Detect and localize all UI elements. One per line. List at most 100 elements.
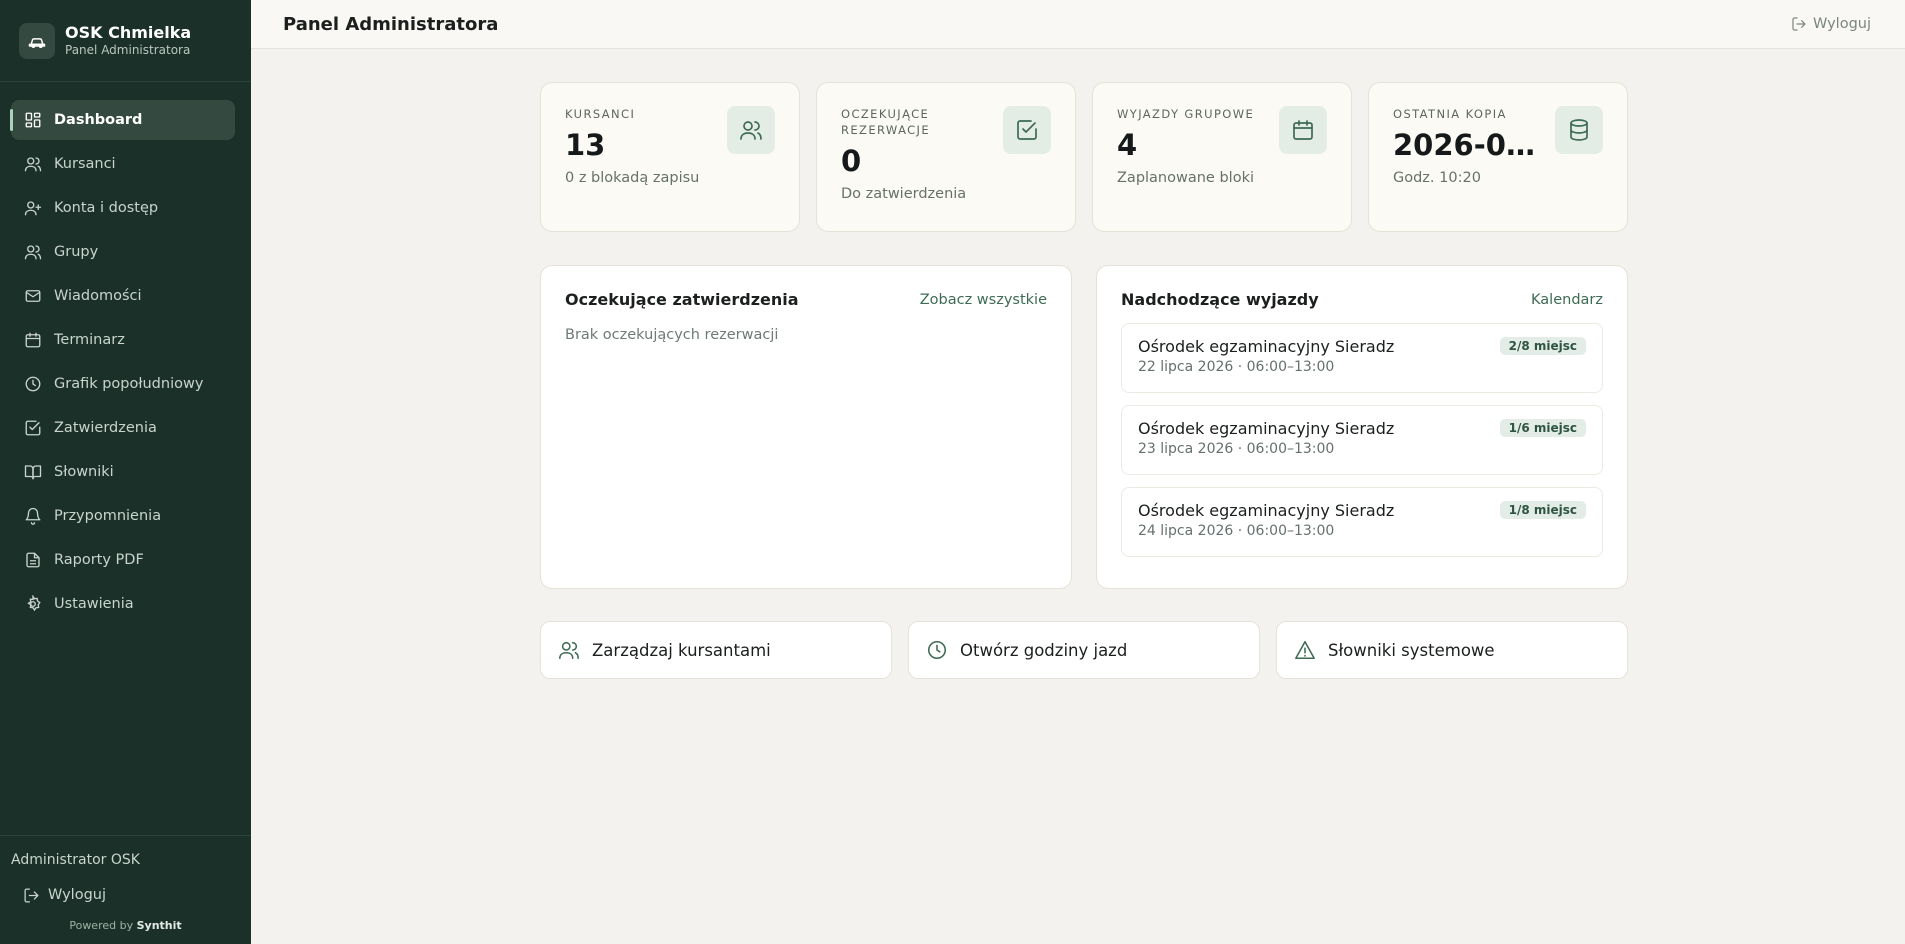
- user-plus-icon: [23, 199, 42, 218]
- trip-date: 24 lipca 2026 · 06:00–13:00: [1138, 523, 1335, 539]
- trip-item[interactable]: Ośrodek egzaminacyjny Sieradz 22 lipca 2…: [1121, 323, 1603, 393]
- stat-sub: 0 z blokadą zapisu: [565, 170, 700, 186]
- main-area: Panel Administratora Wyloguj Kursanci 13…: [251, 0, 1905, 944]
- car-icon: [19, 22, 55, 59]
- sidebar-item-grafik[interactable]: Grafik popołudniowy: [11, 364, 235, 404]
- sidebar-item-przypomnienia[interactable]: Przypomnienia: [11, 496, 235, 536]
- action-label: Słowniki systemowe: [1328, 640, 1495, 660]
- sidebar-item-label: Zatwierdzenia: [54, 420, 157, 436]
- calendar-link[interactable]: Kalendarz: [1531, 292, 1603, 308]
- panel-title: Oczekujące zatwierdzenia: [565, 290, 799, 309]
- sidebar-item-label: Grupy: [54, 244, 99, 260]
- sidebar-item-zatwierdzenia[interactable]: Zatwierdzenia: [11, 408, 235, 448]
- stat-label: Kursanci: [565, 107, 636, 121]
- powered-by: Powered by Synthit: [11, 919, 240, 932]
- sidebar-item-label: Wiadomości: [54, 288, 142, 304]
- stat-value: 13: [565, 128, 606, 162]
- warning-icon: [1294, 639, 1316, 661]
- sidebar-item-label: Raporty PDF: [54, 552, 144, 568]
- users-icon: [23, 155, 42, 174]
- sidebar-item-label: Grafik popołudniowy: [54, 376, 204, 392]
- seats-badge: 2/8 miejsc: [1499, 337, 1586, 355]
- trip-item[interactable]: Ośrodek egzaminacyjny Sieradz 23 lipca 2…: [1121, 405, 1603, 475]
- dashboard-icon: [23, 111, 42, 130]
- mail-icon: [23, 287, 42, 306]
- users-icon: [558, 639, 580, 661]
- topbar: Panel Administratora Wyloguj: [251, 0, 1905, 49]
- upcoming-trips-panel: Nadchodzące wyjazdy Kalendarz Ośrodek eg…: [1096, 265, 1628, 589]
- bell-icon: [23, 507, 42, 526]
- trip-date: 22 lipca 2026 · 06:00–13:00: [1138, 359, 1335, 375]
- sidebar-item-kursanci[interactable]: Kursanci: [11, 144, 235, 184]
- check-square-icon: [23, 419, 42, 438]
- sidebar-item-ustawienia[interactable]: Ustawienia: [11, 584, 235, 624]
- page-title: Panel Administratora: [283, 13, 499, 35]
- gear-icon: [23, 595, 42, 614]
- sidebar-item-label: Dashboard: [54, 112, 143, 128]
- dashboard-content: Kursanci 13 0 z blokadą zapisu Oczekując…: [540, 82, 1628, 679]
- trip-item[interactable]: Ośrodek egzaminacyjny Sieradz 24 lipca 2…: [1121, 487, 1603, 557]
- action-label: Zarządzaj kursantami: [592, 640, 771, 660]
- sidebar-item-terminarz[interactable]: Terminarz: [11, 320, 235, 360]
- sidebar-nav: Dashboard Kursanci Konta i dostęp Grupy …: [0, 82, 251, 835]
- sidebar-item-label: Słowniki: [54, 464, 114, 480]
- stat-card-rezerwacje: Oczekujące rezerwacje 0 Do zatwierdzenia: [816, 82, 1076, 232]
- logout-icon: [23, 887, 40, 904]
- sidebar-item-wiadomosci[interactable]: Wiadomości: [11, 276, 235, 316]
- sidebar-item-raporty[interactable]: Raporty PDF: [11, 540, 235, 580]
- stat-sub: Do zatwierdzenia: [841, 186, 967, 202]
- stat-label: Oczekujące rezerwacje: [841, 107, 931, 137]
- seats-badge: 1/6 miejsc: [1499, 419, 1586, 437]
- current-user: Administrator OSK: [11, 852, 140, 868]
- topbar-logout-button[interactable]: Wyloguj: [1791, 16, 1871, 32]
- panel-title: Nadchodzące wyjazdy: [1121, 290, 1319, 309]
- trip-date: 23 lipca 2026 · 06:00–13:00: [1138, 441, 1335, 457]
- database-icon: [1555, 106, 1603, 154]
- stat-card-wyjazdy: Wyjazdy grupowe 4 Zaplanowane bloki: [1092, 82, 1352, 232]
- open-driving-hours-button[interactable]: Otwórz godziny jazd: [908, 621, 1260, 679]
- topbar-logout-label: Wyloguj: [1813, 16, 1871, 32]
- stat-value: 4: [1117, 128, 1138, 162]
- logout-icon: [1791, 16, 1807, 32]
- sidebar-item-konta[interactable]: Konta i dostęp: [11, 188, 235, 228]
- stat-card-kursanci: Kursanci 13 0 z blokadą zapisu: [540, 82, 800, 232]
- seats-badge: 1/8 miejsc: [1499, 501, 1586, 519]
- manage-students-button[interactable]: Zarządzaj kursantami: [540, 621, 892, 679]
- brand[interactable]: OSK Chmielka Panel Administratora: [0, 0, 251, 82]
- stat-value: 2026-07-...: [1393, 128, 1543, 162]
- stat-label: Ostatnia kopia: [1393, 107, 1507, 121]
- empty-message: Brak oczekujących rezerwacji: [565, 327, 779, 343]
- calendar-icon: [1279, 106, 1327, 154]
- sidebar-item-label: Konta i dostęp: [54, 200, 159, 216]
- sidebar: OSK Chmielka Panel Administratora Dashbo…: [0, 0, 251, 944]
- sidebar-item-slowniki[interactable]: Słowniki: [11, 452, 235, 492]
- sidebar-item-label: Terminarz: [54, 332, 125, 348]
- check-square-icon: [1003, 106, 1051, 154]
- action-label: Otwórz godziny jazd: [960, 640, 1128, 660]
- brand-subtitle: Panel Administratora: [65, 43, 191, 57]
- stat-card-kopia: Ostatnia kopia 2026-07-... Godz. 10:20: [1368, 82, 1628, 232]
- calendar-icon: [23, 331, 42, 350]
- sidebar-item-grupy[interactable]: Grupy: [11, 232, 235, 272]
- see-all-link[interactable]: Zobacz wszystkie: [920, 292, 1047, 308]
- powered-brand: Synthit: [136, 919, 182, 932]
- sidebar-footer: Administrator OSK Wyloguj Powered by Syn…: [0, 835, 251, 944]
- group-icon: [23, 243, 42, 262]
- sidebar-item-dashboard[interactable]: Dashboard: [10, 100, 235, 140]
- brand-name: OSK Chmielka: [65, 23, 192, 42]
- panels-row: Oczekujące zatwierdzenia Zobacz wszystki…: [540, 265, 1628, 589]
- sidebar-item-label: Przypomnienia: [54, 508, 162, 524]
- pending-approvals-panel: Oczekujące zatwierdzenia Zobacz wszystki…: [540, 265, 1072, 589]
- sidebar-item-label: Ustawienia: [54, 596, 134, 612]
- stats-row: Kursanci 13 0 z blokadą zapisu Oczekując…: [540, 82, 1628, 232]
- system-dictionaries-button[interactable]: Słowniki systemowe: [1276, 621, 1628, 679]
- file-icon: [23, 551, 42, 570]
- stat-label: Wyjazdy grupowe: [1117, 107, 1255, 121]
- sidebar-item-label: Kursanci: [54, 156, 116, 172]
- sidebar-logout-label: Wyloguj: [48, 887, 106, 903]
- users-icon: [727, 106, 775, 154]
- sidebar-logout-button[interactable]: Wyloguj: [11, 881, 240, 909]
- book-icon: [23, 463, 42, 482]
- clock-icon: [926, 639, 948, 661]
- powered-prefix: Powered by: [69, 919, 134, 932]
